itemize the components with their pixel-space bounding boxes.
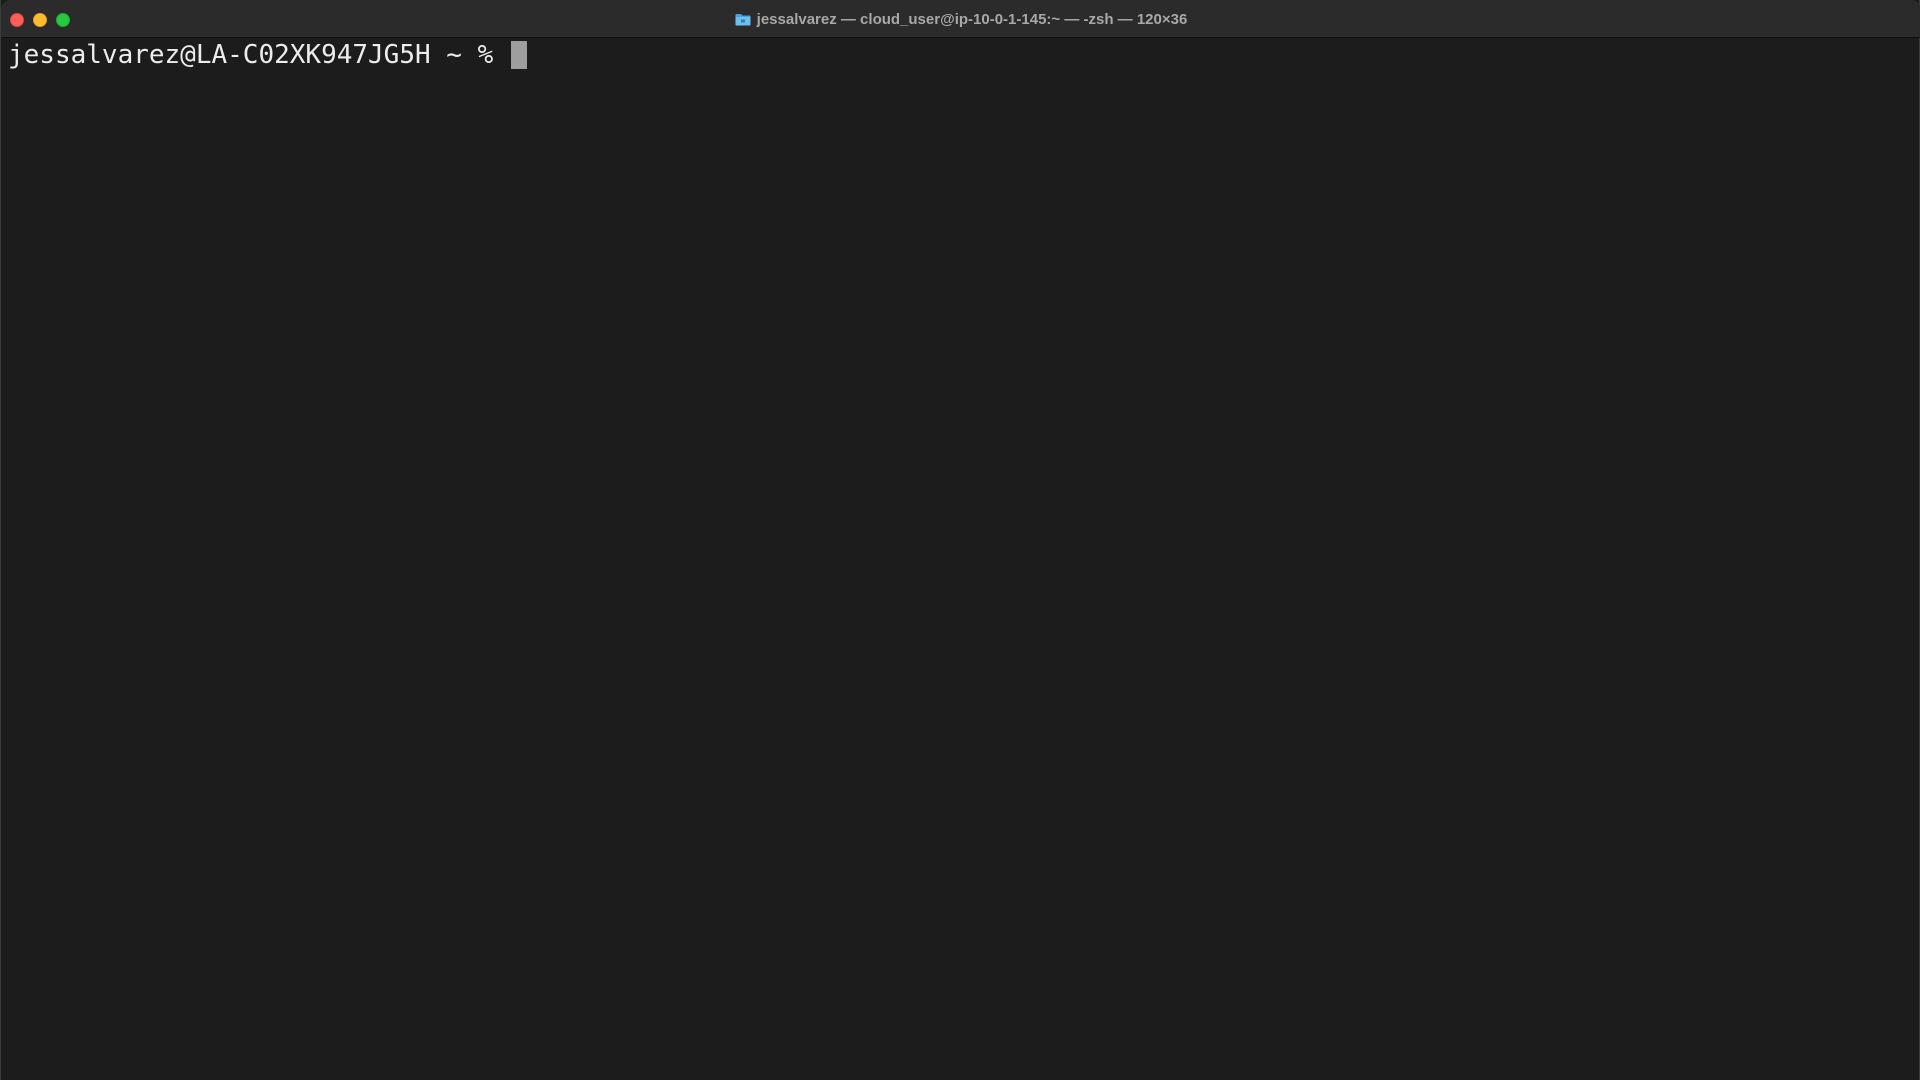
text-cursor xyxy=(510,41,527,69)
zoom-button[interactable] xyxy=(56,13,70,27)
minimize-button[interactable] xyxy=(33,13,47,27)
prompt-line: jessalvarez@LA-C02XK947JG5H ~ % xyxy=(8,38,1919,72)
close-button[interactable] xyxy=(10,13,24,27)
title-bar[interactable]: jessalvarez — cloud_user@ip-10-0-1-145:~… xyxy=(1,0,1920,38)
terminal-window: jessalvarez — cloud_user@ip-10-0-1-145:~… xyxy=(0,0,1920,1080)
window-title-text: jessalvarez — cloud_user@ip-10-0-1-145:~… xyxy=(756,10,1188,28)
folder-icon xyxy=(735,13,751,26)
window-title: jessalvarez — cloud_user@ip-10-0-1-145:~… xyxy=(1,0,1920,38)
shell-prompt: jessalvarez@LA-C02XK947JG5H ~ % xyxy=(8,40,509,70)
terminal-output[interactable]: jessalvarez@LA-C02XK947JG5H ~ % xyxy=(1,38,1919,1080)
